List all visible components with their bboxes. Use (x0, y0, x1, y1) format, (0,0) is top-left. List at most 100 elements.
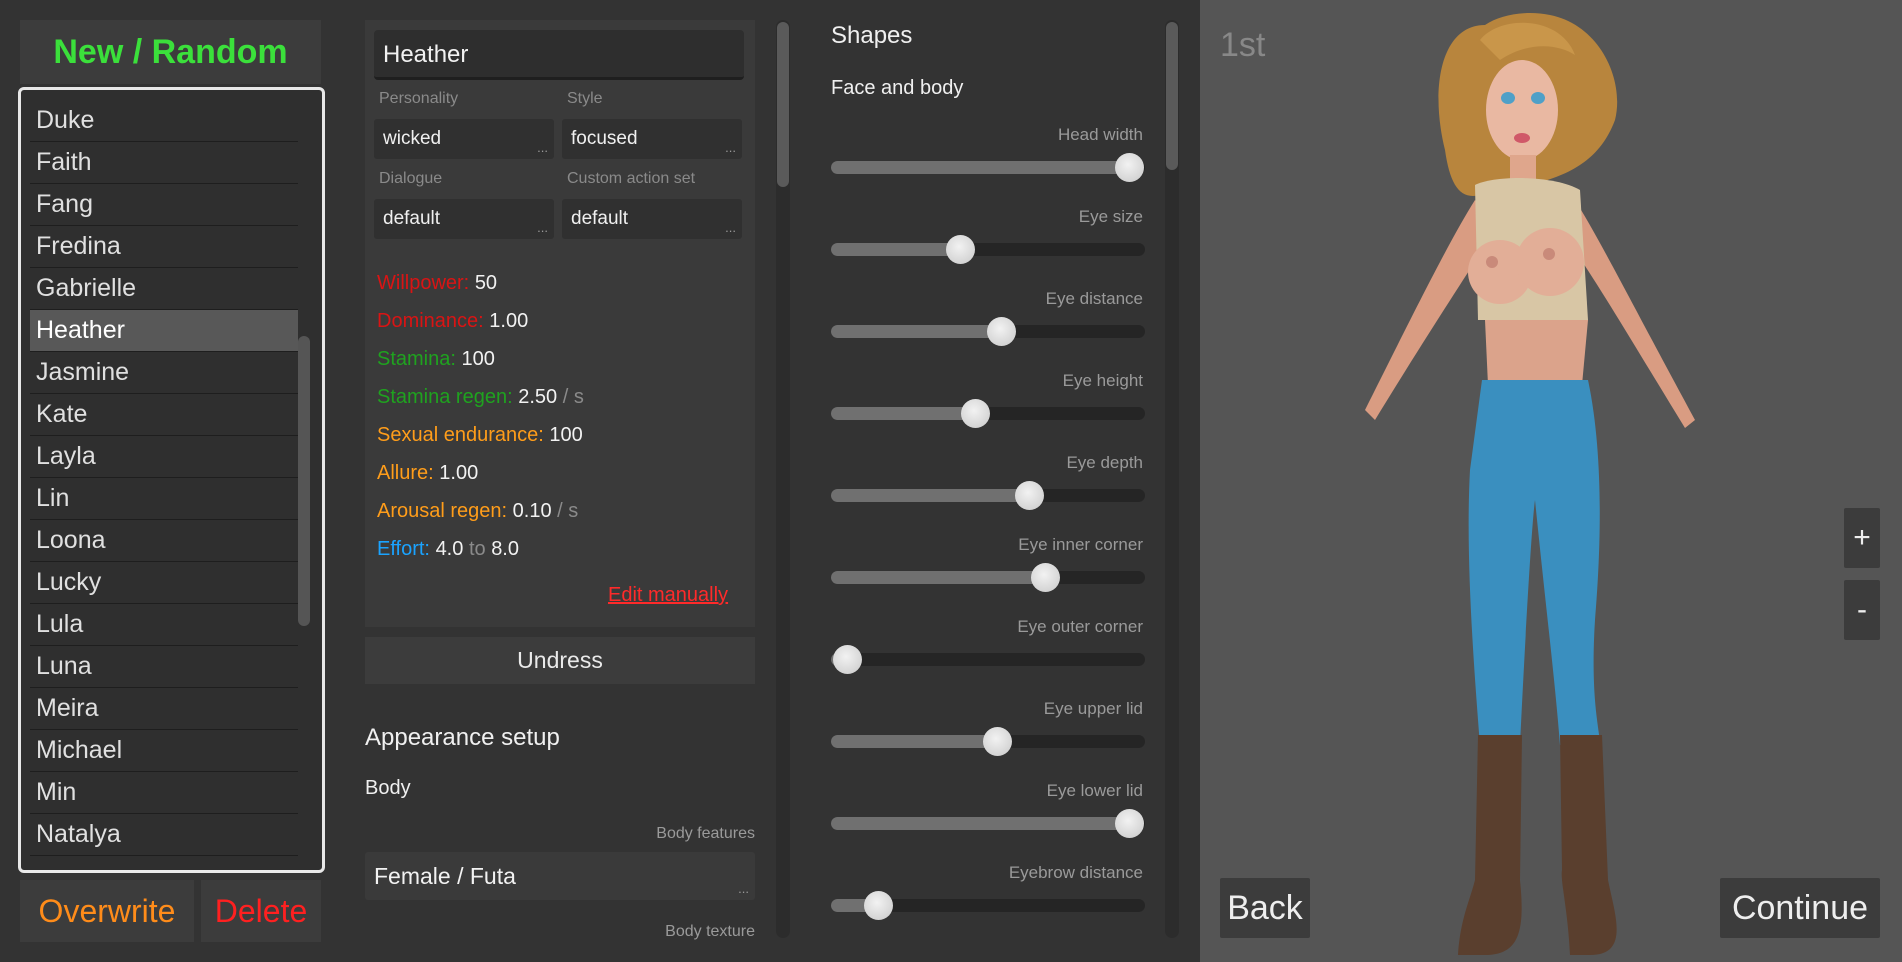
slider-label: Eye lower lid (1046, 781, 1143, 800)
stat-value-min: 4.0 (435, 538, 464, 560)
slider-label: Eye size (1078, 207, 1143, 226)
character-list[interactable]: Duke Faith Fang Fredina Gabrielle Heather Jasm… (18, 87, 325, 873)
shape-slider[interactable] (831, 727, 1145, 756)
slider-handle[interactable] (832, 645, 862, 674)
stat-dominance: Dominance: 1.00 (377, 310, 528, 333)
slider-label: Eye depth (1066, 453, 1143, 472)
stat-unit: / s (557, 500, 579, 522)
stat-value: 1.00 (439, 462, 479, 484)
character-list-item[interactable]: Faith (30, 142, 298, 184)
slider-label: Eye outer corner (1017, 617, 1143, 636)
shape-slider[interactable] (831, 481, 1145, 510)
shape-slider[interactable] (831, 235, 1145, 264)
character-list-item[interactable]: Lula (30, 604, 298, 646)
action-set-select[interactable]: default ... (562, 199, 742, 239)
character-list-item[interactable]: Meira (30, 688, 298, 730)
shape-slider[interactable] (831, 563, 1145, 592)
delete-button[interactable]: Delete (201, 880, 321, 942)
character-list-item[interactable]: Michael (30, 730, 298, 772)
character-list-item[interactable]: Luna (30, 646, 298, 688)
character-list-item[interactable]: Duke (30, 100, 298, 142)
shape-slider[interactable] (831, 153, 1145, 182)
body-texture-label: Body texture (665, 923, 755, 940)
shape-slider[interactable] (831, 399, 1145, 428)
style-label: Style (567, 90, 603, 107)
character-list-item[interactable]: Fang (30, 184, 298, 226)
back-button[interactable]: Back (1220, 878, 1310, 938)
slider-label: Eye inner corner (1018, 535, 1143, 554)
stat-value: 2.50 (518, 386, 558, 408)
shape-slider[interactable] (831, 317, 1145, 346)
slider-handle[interactable] (986, 317, 1016, 346)
overwrite-button[interactable]: Overwrite (20, 880, 194, 942)
new-random-button[interactable]: New / Random (20, 20, 321, 84)
slider-fill (831, 407, 976, 420)
slider-fill (831, 735, 998, 748)
slider-label: Eyebrow distance (1008, 863, 1143, 882)
appearance-setup-title: Appearance setup (365, 724, 560, 751)
undress-button[interactable]: Undress (365, 637, 755, 684)
character-list-item[interactable]: Fredina (30, 226, 298, 268)
stat-sexual-endurance: Sexual endurance: 100 (377, 424, 583, 447)
stat-label: Arousal regen: (377, 500, 508, 522)
character-list-item[interactable]: Layla (30, 436, 298, 478)
edit-manually-link[interactable]: Edit manually (608, 584, 728, 607)
character-list-panel: New / Random Duke Faith Fang Fredina Gabriel… (0, 0, 350, 962)
stat-stamina-regen: Stamina regen: 2.50 / s (377, 386, 584, 409)
shape-slider[interactable] (831, 645, 1145, 674)
character-list-item[interactable]: Loona (30, 520, 298, 562)
stat-label: Effort: (377, 538, 430, 560)
character-list-scrollbar[interactable] (298, 336, 310, 626)
slider-fill (831, 571, 1045, 584)
appearance-scrollbar-thumb[interactable] (777, 22, 789, 187)
body-section-title: Body (365, 777, 411, 799)
zoom-in-button[interactable]: + (1844, 508, 1880, 568)
stat-value: 0.10 (512, 500, 552, 522)
body-features-select[interactable]: Female / Futa ... (365, 852, 755, 900)
view-mode-label: 1st (1220, 26, 1266, 64)
character-list-item[interactable]: Kate (30, 394, 298, 436)
action-set-value: default (571, 208, 629, 229)
action-set-label: Custom action set (567, 170, 696, 187)
character-list-item[interactable]: Min (30, 772, 298, 814)
stat-label: Allure: (377, 462, 434, 484)
stat-value: 50 (474, 272, 498, 294)
stat-unit: / s (562, 386, 584, 408)
personality-value: wicked (383, 128, 442, 149)
stat-label: Dominance: (377, 310, 484, 332)
slider-fill (831, 243, 960, 256)
slider-handle[interactable] (864, 891, 894, 920)
more-icon: ... (537, 140, 548, 155)
shapes-scrollbar-thumb[interactable] (1166, 22, 1178, 170)
slider-label: Eye distance (1045, 289, 1143, 308)
character-list-item[interactable]: Gabrielle (30, 268, 298, 310)
shape-slider[interactable] (831, 891, 1145, 920)
slider-fill (831, 161, 1130, 174)
stat-effort: Effort: 4.0 to 8.0 (377, 538, 519, 561)
slider-handle[interactable] (1014, 481, 1044, 510)
personality-label: Personality (379, 90, 459, 107)
character-list-item[interactable]: Jasmine (30, 352, 298, 394)
character-list-item[interactable]: Lin (30, 478, 298, 520)
stat-label: Stamina regen: (377, 386, 513, 408)
zoom-out-button[interactable]: - (1844, 580, 1880, 640)
face-body-subtitle: Face and body (831, 77, 964, 99)
slider-label: Head width (1057, 125, 1143, 144)
slider-fill (831, 817, 1130, 830)
personality-select[interactable]: wicked ... (374, 119, 554, 159)
dialogue-select[interactable]: default ... (374, 199, 554, 239)
more-icon: ... (738, 881, 749, 896)
character-list-item[interactable]: Heather (30, 310, 298, 352)
slider-handle[interactable] (945, 235, 975, 264)
character-list-item[interactable]: Natalya (30, 814, 298, 856)
more-icon: ... (725, 220, 736, 235)
character-name-field[interactable]: Heather (374, 30, 744, 80)
continue-button[interactable]: Continue (1720, 878, 1880, 938)
slider-handle[interactable] (1030, 563, 1060, 592)
shape-slider[interactable] (831, 809, 1145, 838)
character-list-item[interactable]: Lucky (30, 562, 298, 604)
shapes-title: Shapes (831, 22, 913, 49)
more-icon: ... (537, 220, 548, 235)
body-features-value: Female / Futa (374, 863, 516, 889)
style-select[interactable]: focused ... (562, 119, 742, 159)
